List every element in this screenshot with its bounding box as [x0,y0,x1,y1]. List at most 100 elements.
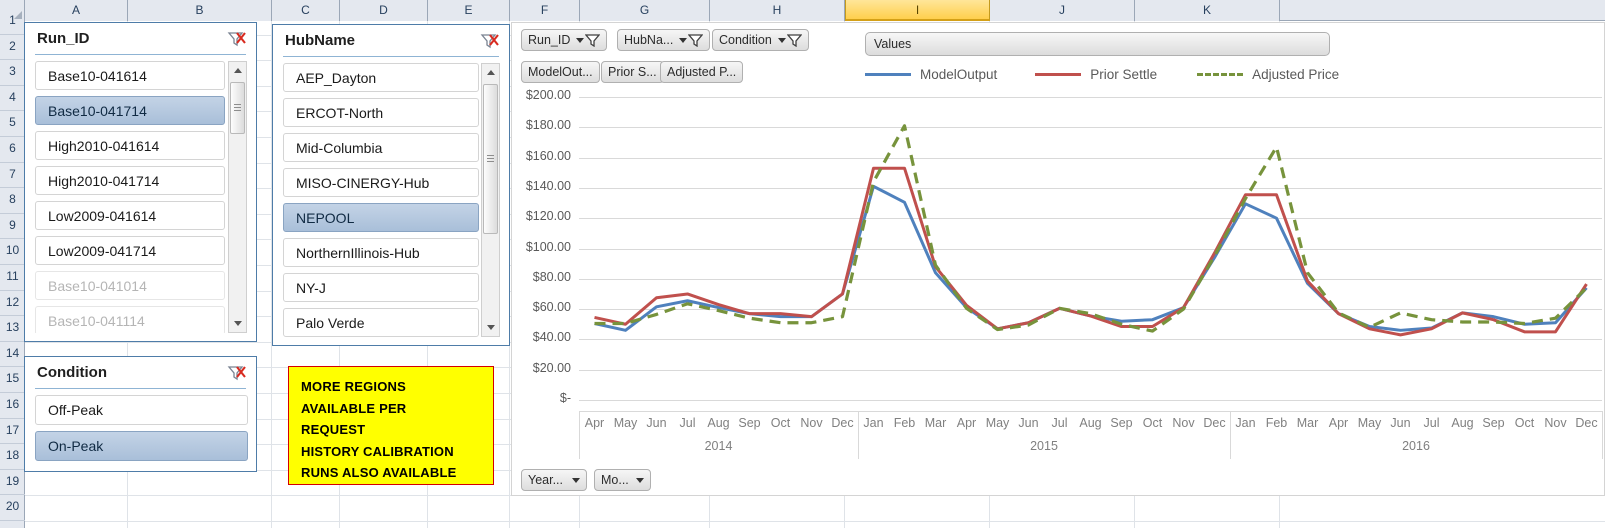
slicer-title-hub-name: HubName [285,32,356,49]
pivot-axis-button-year[interactable]: Year... [521,469,587,491]
row-header-5[interactable]: 5 [0,111,25,137]
x-axis-year-label: 2014 [704,439,733,453]
scrollbar-thumb-hub-name[interactable] [483,84,498,234]
column-header-d[interactable]: D [340,0,428,21]
slicer-item-hub-name-4[interactable]: NEPOOL [283,203,479,232]
x-axis-month-label: Jun [1390,416,1411,430]
x-axis-month-label: May [1357,416,1382,430]
slicer-hub-name[interactable]: HubName AEP_Dayton ERCOT-North Mid-Columbi… [272,24,510,346]
slicer-item-hub-name-0[interactable]: AEP_Dayton [283,63,479,92]
pivot-chart[interactable]: Run_ID HubNa... Condition ModelOut... Pr… [511,22,1605,496]
note-line: REQUEST [301,422,366,437]
column-header-e[interactable]: E [428,0,510,21]
row-header-19[interactable]: 19 [0,470,25,496]
slicer-divider-hub-name [283,56,499,57]
slicer-item-run-id-0[interactable]: Base10-041614 [35,61,225,90]
x-axis-month-label: Jul [679,416,696,430]
row-header-15[interactable]: 15 [0,367,25,393]
chart-plot-area: $200.00 $180.00 $160.00 $140.00 $120.00 $100.… [512,23,1604,495]
dropdown-icon-year[interactable] [572,477,580,483]
row-header-3[interactable]: 3 [0,60,25,86]
clear-filter-icon-hub-name[interactable] [479,31,499,51]
slicer-item-run-id-4[interactable]: Low2009-041614 [35,201,225,230]
row-header-6[interactable]: 6 [0,137,25,163]
x-axis-edge [579,411,580,459]
row-header-9[interactable]: 9 [0,214,25,240]
row-header-17[interactable]: 17 [0,419,25,445]
slicer-scrollbar-run-id[interactable] [228,61,247,333]
column-header-g[interactable]: G [580,0,710,21]
column-header-h[interactable]: H [710,0,845,21]
x-axis-month-label: Jun [646,416,667,430]
slicer-item-run-id-6[interactable]: Base10-041014 [35,271,225,300]
pivot-axis-label: Mo... [601,473,629,487]
row-header-1[interactable]: 1 [0,9,25,35]
row-header-14[interactable]: 14 [0,342,25,368]
slicer-item-condition-1[interactable]: On-Peak [35,431,248,461]
x-axis-month-label: Sep [738,416,761,430]
slicer-item-hub-name-3[interactable]: MISO-CINERGY-Hub [283,168,479,197]
slicer-header-condition: Condition [25,357,256,391]
column-header-k[interactable]: K [1135,0,1280,21]
x-axis-month-label: May [985,416,1010,430]
row-header-11[interactable]: 11 [0,265,25,291]
scrollbar-thumb-run-id[interactable] [230,82,245,134]
column-header-c[interactable]: C [272,0,340,21]
row-header-2[interactable]: 2 [0,35,25,61]
x-axis-group-separator [1230,411,1231,459]
x-axis-month-label: Nov [1544,416,1567,430]
clear-filter-icon-condition[interactable] [226,363,246,383]
slicer-condition[interactable]: Condition Off-Peak On-Peak [24,356,257,472]
scroll-down-icon-run-id[interactable] [229,315,246,332]
x-axis-year-label: 2016 [1402,439,1430,453]
x-axis-month-label: Nov [1172,416,1195,430]
slicer-item-hub-name-7[interactable]: Palo Verde [283,308,479,337]
note-line: AVAILABLE PER [301,400,407,416]
column-header-j[interactable]: J [990,0,1135,21]
scroll-up-icon-run-id[interactable] [229,62,246,79]
row-header-20[interactable]: 20 [0,495,25,521]
x-axis-month-label: Oct [1142,416,1163,430]
slicer-item-run-id-1[interactable]: Base10-041714 [35,96,225,125]
x-axis-month-label: May [613,416,638,430]
column-header-i[interactable]: I [845,0,990,21]
x-axis-month-label: Aug [1451,416,1474,430]
row-header-4[interactable]: 4 [0,86,25,112]
row-header-13[interactable]: 13 [0,316,25,342]
slicer-scrollbar-hub-name[interactable] [481,63,500,337]
note-callout: MORE REGIONS AVAILABLE PER REQUEST HISTO… [288,366,494,485]
x-axis-month-label: Sep [1110,416,1133,430]
slicer-item-hub-name-6[interactable]: NY-J [283,273,479,302]
chart-line-modeloutput [594,184,1588,332]
slicer-item-run-id-2[interactable]: High2010-041614 [35,131,225,160]
note-line: HISTORY CALIBRATION [301,443,454,459]
slicer-item-list-run-id: Base10-041614 Base10-041714 High2010-04161… [35,61,225,333]
slicer-item-hub-name-2[interactable]: Mid-Columbia [283,133,479,162]
column-header-f[interactable]: F [510,0,580,21]
row-header-7[interactable]: 7 [0,163,25,189]
slicer-item-run-id-5[interactable]: Low2009-041714 [35,236,225,265]
x-axis-month-label: Feb [893,416,916,430]
row-header-12[interactable]: 12 [0,291,25,317]
dropdown-icon-month[interactable] [636,477,644,483]
slicer-item-run-id-7[interactable]: Base10-041114 [35,306,225,333]
scroll-up-icon-hub-name[interactable] [482,64,499,81]
row-header-10[interactable]: 10 [0,239,25,265]
column-header-b[interactable]: B [128,0,272,21]
clear-filter-icon-run-id[interactable] [226,29,246,49]
row-header-16[interactable]: 16 [0,393,25,419]
spreadsheet: ABCDEFGHIJK 1 2 3 4 5 6 7 8 9 10 11 12 13 14 15 16 17 18 1… [0,0,1605,528]
slicer-item-condition-0[interactable]: Off-Peak [35,395,248,425]
slicer-item-list-hub-name: AEP_Dayton ERCOT-North Mid-Columbia MISO-CI… [283,63,479,337]
slicer-item-hub-name-5[interactable]: NorthernIllinois-Hub [283,238,479,267]
row-header-18[interactable]: 18 [0,444,25,470]
scroll-down-icon-hub-name[interactable] [482,319,499,336]
column-header-a[interactable]: A [25,0,128,21]
x-axis-edge [1602,411,1603,459]
x-axis-month-label: Sep [1482,416,1505,430]
row-header-8[interactable]: 8 [0,188,25,214]
slicer-run-id[interactable]: Run_ID Base10-041614 Base10-041714 High201… [24,22,257,342]
slicer-item-hub-name-1[interactable]: ERCOT-North [283,98,479,127]
slicer-item-run-id-3[interactable]: High2010-041714 [35,166,225,195]
pivot-axis-button-month[interactable]: Mo... [594,469,651,491]
